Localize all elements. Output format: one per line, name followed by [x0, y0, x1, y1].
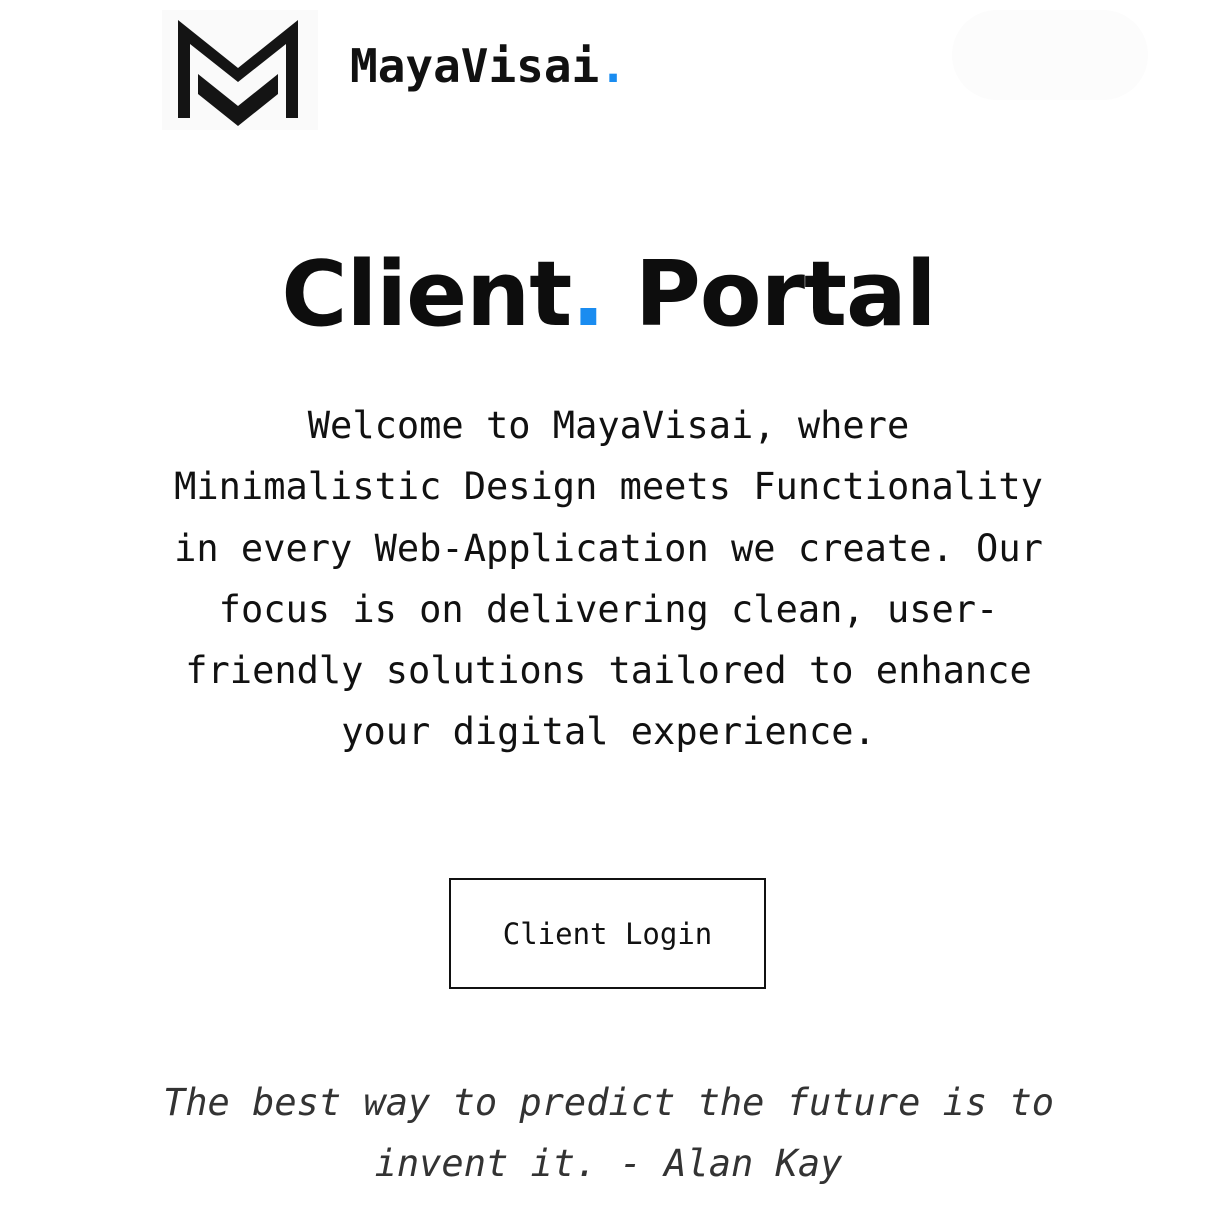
brand-name-text: MayaVisai	[350, 39, 600, 93]
intro-paragraph: Welcome to MayaVisai, where Minimalistic…	[174, 404, 1043, 754]
page-title-part1: Client	[281, 242, 572, 347]
client-portal-page: MayaVisai. Client. Portal Welcome to May…	[0, 0, 1217, 1217]
brand-name[interactable]: MayaVisai.	[350, 36, 627, 96]
site-header: MayaVisai.	[0, 0, 1217, 140]
header-placeholder-shape	[952, 10, 1148, 100]
page-title: Client. Portal	[0, 240, 1217, 350]
maya-m-logo-icon[interactable]	[162, 10, 318, 130]
page-title-dot: .	[571, 242, 605, 347]
page-title-part2: Portal	[604, 242, 937, 347]
footer-quote: The best way to predict the future is to…	[162, 1081, 1055, 1185]
client-login-button[interactable]: Client Login	[449, 878, 766, 989]
brand-dot: .	[599, 39, 627, 93]
